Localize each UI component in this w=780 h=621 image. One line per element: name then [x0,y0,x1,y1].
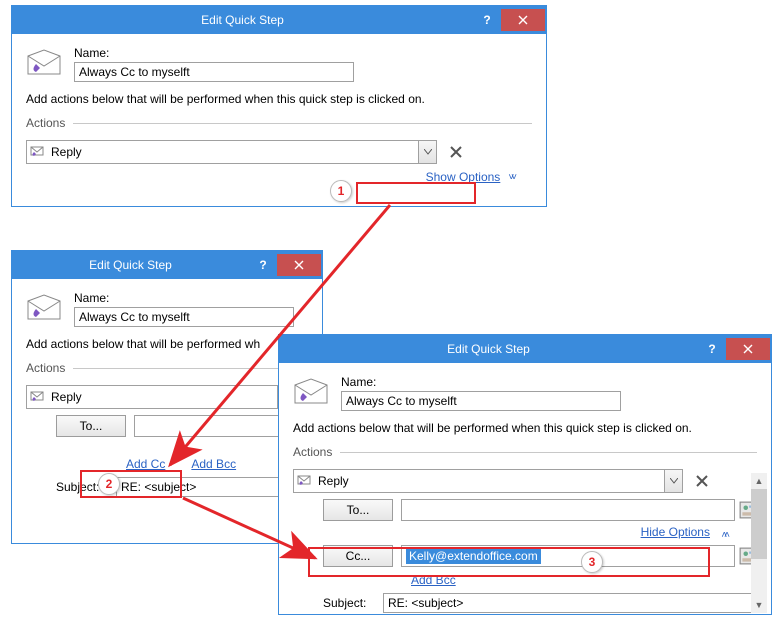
remove-action-button[interactable] [693,472,711,490]
subject-value: RE: <subject> [388,596,463,610]
name-input[interactable] [74,62,354,82]
description-text: Add actions below that will be performed… [26,337,308,351]
to-button[interactable]: To... [56,415,126,437]
help-button[interactable]: ? [473,9,501,31]
x-icon [695,474,709,488]
scroll-up-button[interactable]: ▲ [751,473,767,489]
help-icon: ? [708,342,715,356]
scrollbar[interactable]: ▲ ▼ [751,473,767,613]
reply-icon [27,390,47,405]
dialog-title: Edit Quick Step [12,258,249,272]
callout-box-1 [356,182,476,204]
to-button-label: To... [347,503,370,517]
action-value: Reply [47,390,277,404]
callout-number: 3 [589,555,596,569]
close-button[interactable] [501,9,545,31]
reply-icon [294,474,314,489]
scroll-thumb[interactable] [751,489,767,559]
x-icon [449,145,463,159]
titlebar[interactable]: Edit Quick Step ? [279,335,771,363]
dialog-title: Edit Quick Step [12,13,473,27]
close-icon [518,15,528,25]
callout-circle-1: 1 [330,180,352,202]
chevron-up-icon: ˅˅ [721,528,727,539]
dialog-1: Edit Quick Step ? Name: Add actions belo… [11,5,547,207]
dropdown-button[interactable] [664,470,682,492]
dropdown-button[interactable] [418,141,436,163]
add-cc-link[interactable]: Add Cc [126,457,165,471]
callout-circle-3: 3 [581,551,603,573]
chevron-down-icon [670,478,678,484]
callout-box-2 [80,470,182,498]
close-button[interactable] [277,254,321,276]
help-button[interactable]: ? [698,338,726,360]
action-value: Reply [47,145,418,159]
action-value: Reply [314,474,664,488]
dialog-title: Edit Quick Step [279,342,698,356]
divider [73,123,532,124]
name-label: Name: [74,46,532,60]
help-icon: ? [259,258,266,272]
actions-label: Actions [293,445,332,459]
close-icon [294,260,304,270]
description-text: Add actions below that will be performed… [26,92,532,106]
quickstep-envelope-icon [293,377,329,407]
actions-label: Actions [26,116,65,130]
description-text: Add actions below that will be performed… [293,421,757,435]
divider [340,452,757,453]
titlebar[interactable]: Edit Quick Step ? [12,251,322,279]
hide-options-link[interactable]: Hide Options [641,525,710,539]
to-button-label: To... [80,419,103,433]
name-label: Name: [74,291,308,305]
chevron-down-icon [424,149,432,155]
dialog-2: Edit Quick Step ? Name: Add actions belo… [11,250,323,544]
titlebar[interactable]: Edit Quick Step ? [12,6,546,34]
action-combobox[interactable]: Reply [293,469,683,493]
subject-input[interactable]: RE: <subject> [383,593,757,613]
to-button[interactable]: To... [323,499,393,521]
add-bcc-link[interactable]: Add Bcc [191,457,236,471]
name-input[interactable] [341,391,621,411]
callout-circle-2: 2 [98,473,120,495]
close-icon [743,344,753,354]
name-label: Name: [341,375,757,389]
subject-label: Subject: [323,596,383,610]
action-combobox[interactable]: Reply [26,385,296,409]
chevron-down-icon: ˅˅ [508,172,514,183]
action-combobox[interactable]: Reply [26,140,437,164]
to-input[interactable] [401,499,735,521]
quickstep-envelope-icon [26,293,62,323]
reply-icon [27,145,47,160]
actions-label: Actions [26,361,65,375]
scroll-down-button[interactable]: ▼ [751,597,767,613]
name-input[interactable] [74,307,294,327]
help-button[interactable]: ? [249,254,277,276]
callout-box-3 [308,547,710,577]
close-button[interactable] [726,338,770,360]
divider [73,368,308,369]
callout-number: 2 [106,477,113,491]
remove-action-button[interactable] [447,143,465,161]
quickstep-envelope-icon [26,48,62,78]
help-icon: ? [483,13,490,27]
callout-number: 1 [338,184,345,198]
